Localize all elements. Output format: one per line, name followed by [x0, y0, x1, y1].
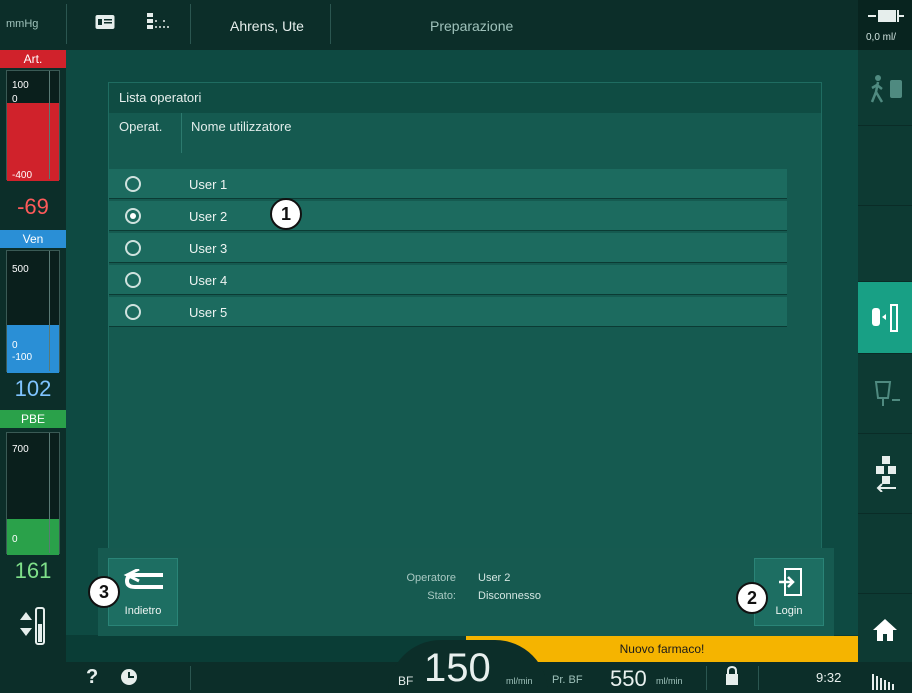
level-adjust-icon[interactable]: [18, 602, 48, 648]
nav-home[interactable]: [858, 594, 912, 670]
radio-button[interactable]: [125, 272, 141, 288]
list-item[interactable]: User 1: [109, 169, 787, 199]
venous-scale-bottom: -100: [12, 352, 33, 363]
right-nav: [858, 50, 912, 670]
bf-value: 150: [424, 646, 491, 690]
list-item[interactable]: User 5: [109, 297, 787, 327]
circuit-icon: [876, 456, 896, 492]
pbe-scale-top: 700: [12, 444, 29, 455]
user-name: User 2: [189, 209, 228, 224]
column-divider: [181, 113, 182, 153]
operator-list-title: Lista operatori: [109, 83, 821, 113]
radio-button[interactable]: [125, 304, 141, 320]
column-header-username: Nome utilizzatore: [191, 119, 292, 134]
gauge-ticks: [49, 433, 59, 553]
signal-bars-icon: [872, 674, 894, 690]
back-label: Indietro: [124, 605, 162, 617]
main-area: Lista operatori Operat. Nome utilizzator…: [66, 50, 858, 636]
bf-label: BF: [398, 674, 414, 688]
radio-button-selected[interactable]: [125, 208, 141, 224]
callout-2: 2: [736, 582, 768, 614]
gauge-ticks: [49, 71, 59, 179]
divider: [758, 666, 759, 690]
nav-therapy[interactable]: [858, 354, 912, 434]
clock-icon[interactable]: [120, 668, 138, 686]
venous-label: Ven: [0, 230, 66, 248]
operator-list-panel: Lista operatori Operat. Nome utilizzator…: [108, 82, 822, 590]
top-bar: mmHg Ahrens, Ute Preparazione 0,0 ml/: [0, 0, 912, 50]
user-name: User 3: [189, 241, 228, 256]
nav-circuit[interactable]: [858, 434, 912, 514]
nav-empty[interactable]: [858, 206, 912, 282]
divider: [66, 4, 67, 44]
patient-name[interactable]: Ahrens, Ute: [230, 18, 304, 34]
arterial-value: -69: [0, 194, 66, 220]
divider: [190, 666, 191, 690]
uf-value: 0,0 ml/: [866, 32, 897, 43]
operator-value: User 2: [478, 572, 511, 584]
list-item[interactable]: User 3: [109, 233, 787, 263]
arterial-scale-bottom: -400: [12, 170, 33, 181]
venous-scale-zero: 0: [12, 340, 18, 351]
callout-3: 3: [88, 576, 120, 608]
radio-button[interactable]: [125, 176, 141, 192]
radio-button[interactable]: [125, 240, 141, 256]
login-icon: [779, 568, 802, 596]
pressure-column: Art. 100 0 -400 -69 Ven 500 0 -100 102 P…: [0, 50, 66, 670]
bag-icon: [874, 381, 900, 406]
nav-blank[interactable]: [858, 126, 912, 206]
prbf-unit: ml/min: [656, 676, 683, 686]
pbe-scale-zero: 0: [12, 534, 18, 545]
divider: [330, 4, 331, 44]
callout-1: 1: [270, 198, 302, 230]
divider: [190, 4, 191, 44]
divider: [706, 666, 707, 690]
nav-patient-connect[interactable]: [858, 50, 912, 126]
bf-unit: ml/min: [506, 676, 533, 686]
state-key: Stato:: [427, 590, 456, 602]
prbf-value: 550: [610, 666, 647, 691]
blood-flow-display[interactable]: BF 150 ml/min: [388, 640, 548, 693]
user-name: User 5: [189, 305, 228, 320]
state-value: Disconnesso: [478, 590, 541, 602]
therapy-phase: Preparazione: [430, 18, 514, 34]
user-name: User 1: [189, 177, 228, 192]
ultrafiltration-box[interactable]: 0,0 ml/: [858, 0, 912, 50]
operator-list: User 1 User 2 User 3 User 4 User 5: [109, 169, 787, 329]
column-header-operator: Operat.: [119, 119, 163, 134]
network-icon[interactable]: [145, 12, 173, 34]
lock-icon[interactable]: [724, 666, 740, 686]
list-item[interactable]: User 2: [109, 201, 787, 231]
help-button[interactable]: ?: [86, 666, 98, 689]
filter-icon: [868, 10, 904, 22]
card-icon[interactable]: [95, 14, 115, 30]
nav-preparation[interactable]: [858, 282, 912, 354]
prbf-label: Pr. BF: [552, 674, 583, 686]
user-name: User 4: [189, 273, 228, 288]
arterial-label: Art.: [0, 50, 66, 68]
clock-time: 9:32: [816, 670, 842, 685]
pbe-label: PBE: [0, 410, 66, 428]
arterial-scale-top: 100: [12, 80, 29, 91]
venous-value: 102: [0, 376, 66, 402]
pressure-unit: mmHg: [6, 18, 39, 30]
dialyzer-icon: [872, 304, 898, 332]
operator-key: Operatore: [406, 572, 456, 584]
home-icon: [873, 619, 897, 641]
back-arrow-icon: [123, 569, 163, 589]
action-bar: Indietro Operatore User 2 Stato: Disconn…: [98, 548, 834, 636]
venous-scale-top: 500: [12, 264, 29, 275]
nav-empty-2[interactable]: [858, 514, 912, 594]
arterial-scale-zero: 0: [12, 94, 18, 105]
pbe-value: 161: [0, 558, 66, 584]
walking-person-icon: [870, 75, 902, 103]
list-item[interactable]: User 4: [109, 265, 787, 295]
gauge-ticks: [49, 251, 59, 371]
